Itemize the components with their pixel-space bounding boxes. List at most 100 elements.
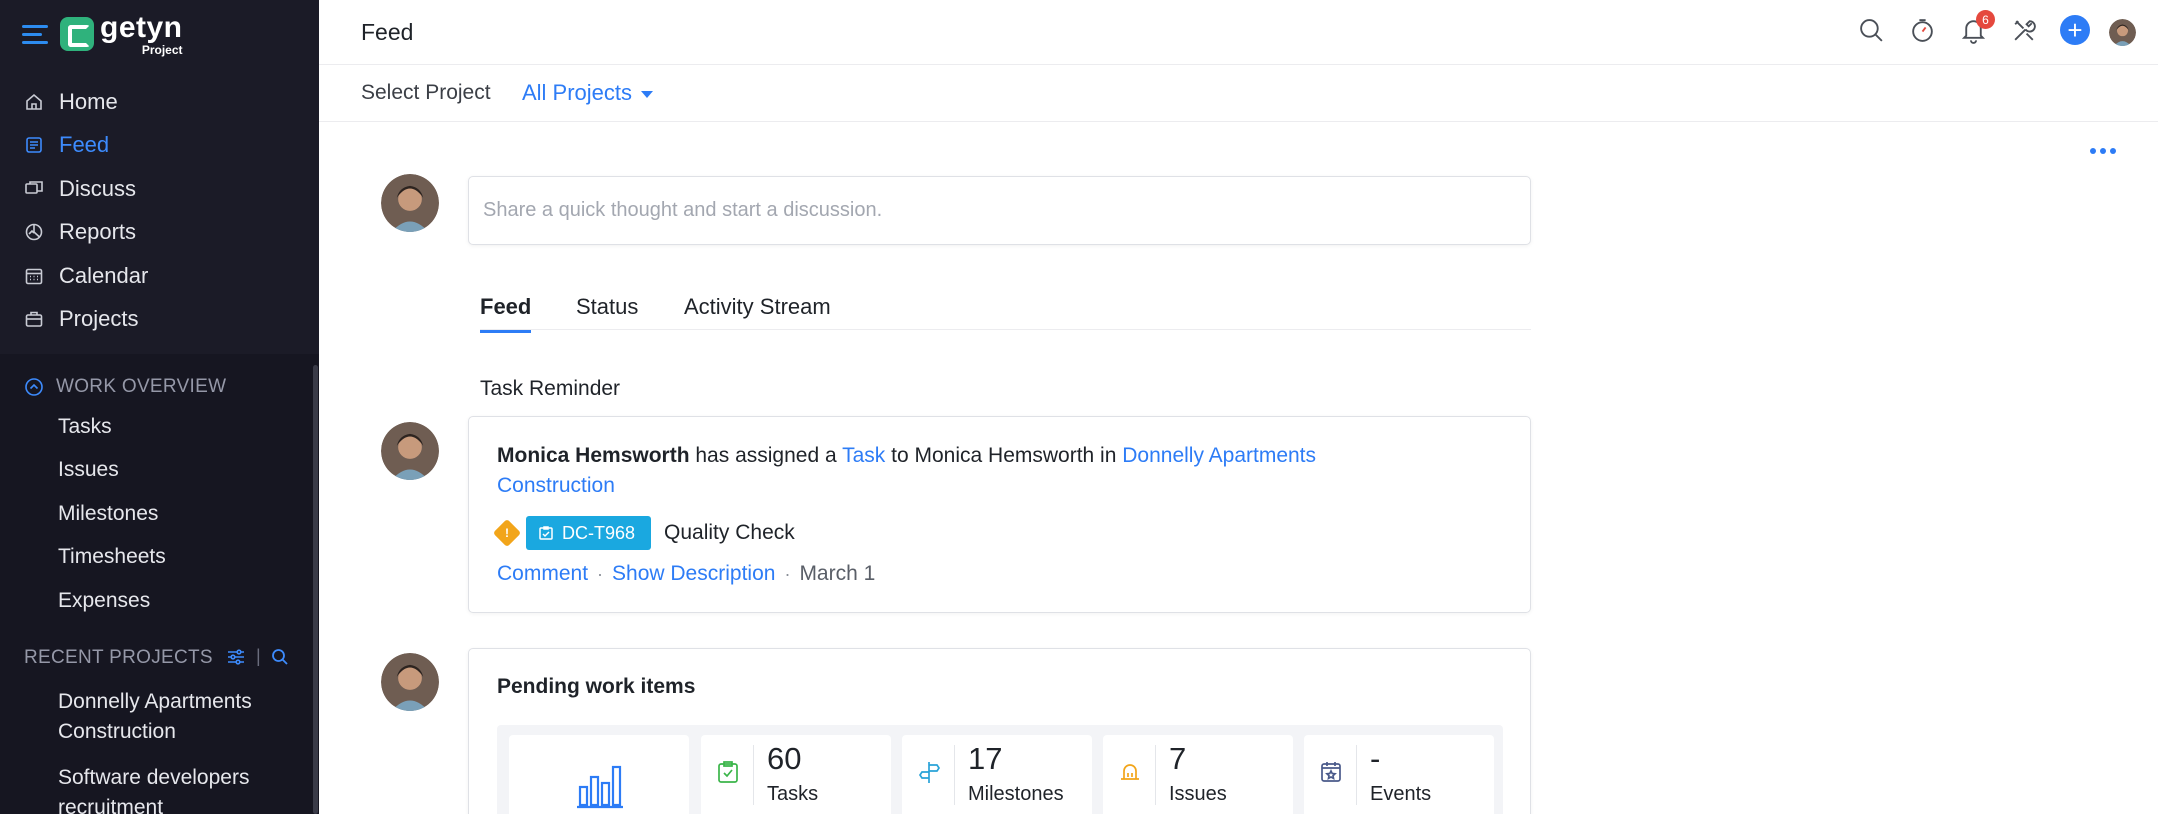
- separator-dot: ·: [784, 563, 791, 584]
- task-reminder-card: Monica Hemsworth has assigned a Task to …: [468, 416, 1531, 613]
- task-name[interactable]: Quality Check: [664, 521, 795, 545]
- task-reminder-title: Task Reminder: [480, 377, 621, 400]
- activity-date: March 1: [799, 562, 876, 585]
- nav-item-home[interactable]: Home: [0, 80, 319, 124]
- sidebar: getyn Project Home Feed Discuss Reports …: [0, 0, 319, 814]
- pending-work-card: Pending work items 60 Tasks 17 Milestone…: [468, 648, 1531, 814]
- task-id: DC-T968: [562, 522, 636, 543]
- menu-icon[interactable]: [22, 23, 48, 45]
- nav-label-feed: Feed: [59, 132, 110, 158]
- product-name: Project: [141, 42, 183, 57]
- chevron-up-circle-icon: [25, 378, 43, 396]
- pending-stats: 60 Tasks 17 Milestones 7 Issues - Events: [497, 725, 1503, 814]
- search-icon[interactable]: [1855, 14, 1887, 46]
- show-description-link[interactable]: Show Description: [612, 562, 775, 586]
- stat-label: Events: [1370, 783, 1432, 805]
- project-filter-bar: Select Project All Projects: [319, 65, 2158, 122]
- priority-icon: !: [492, 518, 522, 548]
- user-avatar[interactable]: [2100, 10, 2144, 54]
- avatar: [381, 174, 439, 232]
- recent-projects-actions: |: [226, 646, 289, 667]
- work-overview-header[interactable]: WORK OVERVIEW: [24, 372, 226, 402]
- tab-feed[interactable]: Feed: [480, 294, 532, 333]
- sidebar-item-timesheets[interactable]: Timesheets: [58, 545, 166, 569]
- task-link[interactable]: Task: [842, 444, 885, 467]
- tab-status[interactable]: Status: [576, 294, 638, 330]
- divider: |: [256, 646, 261, 666]
- nav-item-projects[interactable]: Projects: [0, 298, 319, 342]
- page-title: Feed: [361, 19, 414, 45]
- bell-bug-icon: [1121, 764, 1139, 780]
- feed-icon: [24, 135, 44, 155]
- avatar: [381, 653, 439, 711]
- logo-icon: [60, 17, 94, 51]
- actor-name[interactable]: Monica Hemsworth: [497, 444, 690, 467]
- stat-events[interactable]: - Events: [1304, 735, 1494, 814]
- task-check-icon: [718, 761, 738, 783]
- recent-project-item[interactable]: Software developers recruitment: [58, 763, 298, 814]
- comment-link[interactable]: Comment: [497, 562, 588, 586]
- sidebar-scrollbar[interactable]: [313, 365, 318, 814]
- sidebar-item-issues[interactable]: Issues: [58, 458, 119, 482]
- separator-dot: ·: [597, 563, 604, 584]
- sidebar-item-milestones[interactable]: Milestones: [58, 502, 158, 526]
- stat-value: 17: [968, 741, 1003, 776]
- task-id-chip[interactable]: DC-T968: [526, 516, 652, 550]
- stat-value: 60: [767, 741, 802, 776]
- recent-projects-header: RECENT PROJECTS: [24, 643, 213, 673]
- task-row: ! DC-T968 Quality Check: [492, 516, 795, 550]
- stat-milestones[interactable]: 17 Milestones: [902, 735, 1092, 814]
- top-bar: Feed 6 +: [319, 0, 2158, 65]
- divider: [1155, 745, 1156, 805]
- sidebar-item-expenses[interactable]: Expenses: [58, 589, 150, 613]
- pending-work-title: Pending work items: [497, 675, 696, 698]
- nav-item-reports[interactable]: Reports: [0, 211, 319, 255]
- bar-chart-icon: [577, 765, 623, 809]
- divider: [753, 745, 754, 805]
- task-meta: Comment · Show Description · March 1: [497, 562, 875, 586]
- nav-item-discuss[interactable]: Discuss: [0, 167, 319, 211]
- stat-tasks[interactable]: 60 Tasks: [701, 735, 891, 814]
- nav-label-discuss: Discuss: [59, 175, 137, 201]
- sidebar-item-tasks[interactable]: Tasks: [58, 415, 112, 439]
- project-dropdown[interactable]: All Projects: [522, 80, 654, 106]
- project-dropdown-value: All Projects: [522, 80, 633, 105]
- calendar-star-icon: [1321, 762, 1341, 782]
- filter-icon[interactable]: [226, 648, 246, 666]
- nav-item-feed[interactable]: Feed: [0, 124, 319, 168]
- nav-label-projects: Projects: [59, 306, 139, 332]
- stat-label: Issues: [1169, 783, 1227, 805]
- divider: [954, 745, 955, 805]
- reports-icon: [24, 222, 44, 242]
- caret-down-icon: [641, 90, 654, 98]
- add-button[interactable]: +: [2059, 14, 2091, 46]
- nav-label-home: Home: [59, 88, 118, 114]
- stat-issues[interactable]: 7 Issues: [1103, 735, 1293, 814]
- select-project-label: Select Project: [361, 81, 491, 104]
- nav-label-reports: Reports: [59, 219, 137, 245]
- recent-projects-title: RECENT PROJECTS: [24, 647, 213, 668]
- search-icon[interactable]: [271, 648, 289, 666]
- nav-item-calendar[interactable]: Calendar: [0, 254, 319, 298]
- main-nav: Home Feed Discuss Reports Calendar Proje…: [0, 80, 319, 341]
- feed-tabs: Feed Status Activity Stream: [480, 288, 1531, 333]
- calendar-icon: [24, 266, 44, 286]
- discuss-icon: [24, 179, 44, 199]
- stats-chart-tile[interactable]: [509, 735, 689, 814]
- tab-activity-stream[interactable]: Activity Stream: [684, 294, 831, 330]
- discussion-input[interactable]: [469, 177, 1530, 244]
- activity-text: Monica Hemsworth has assigned a Task to …: [497, 441, 1317, 501]
- logo[interactable]: getyn Project: [100, 10, 183, 57]
- recent-project-item[interactable]: Donnelly Apartments Construction: [58, 687, 298, 747]
- stat-value: -: [1370, 741, 1381, 776]
- projects-icon: [24, 309, 44, 329]
- notification-bell-icon[interactable]: 6: [1957, 10, 1995, 46]
- brand-name: getyn: [100, 10, 183, 44]
- more-options-icon[interactable]: [2090, 148, 2116, 154]
- tools-icon[interactable]: [2008, 14, 2040, 46]
- nav-label-calendar: Calendar: [59, 262, 149, 288]
- timer-icon[interactable]: [1906, 14, 1938, 46]
- avatar: [381, 422, 439, 480]
- task-check-icon: [539, 526, 553, 540]
- discussion-composer: [468, 176, 1531, 245]
